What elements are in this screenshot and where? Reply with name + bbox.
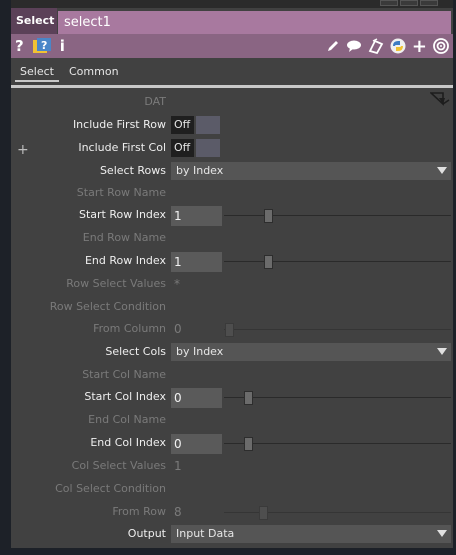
param-end-col-index: End Col Index 0 xyxy=(11,433,453,454)
row-select-values-field: * xyxy=(174,277,180,291)
param-label: Col Select Values xyxy=(71,459,166,472)
python-icon[interactable] xyxy=(390,38,406,54)
output-dropdown[interactable]: Input Data xyxy=(171,525,451,543)
param-label: Start Col Name xyxy=(82,368,166,381)
param-include-first-row: Include First Row Off xyxy=(11,115,453,135)
window-controls xyxy=(380,0,438,6)
param-label: Row Select Values xyxy=(66,277,166,290)
param-label: Include First Col xyxy=(78,141,166,154)
start-row-index-slider[interactable] xyxy=(224,215,451,216)
param-select-cols: Select Cols by Index xyxy=(11,342,453,362)
from-row-slider-handle xyxy=(259,506,268,520)
param-dat: DAT xyxy=(11,92,453,112)
edit-pencil-icon[interactable] xyxy=(326,39,340,53)
param-from-row: From Row 8 xyxy=(11,502,453,522)
param-label: End Row Index xyxy=(84,254,166,267)
param-select-rows: Select Rows by Index xyxy=(11,161,453,181)
dropdown-value: by Index xyxy=(176,164,224,177)
clone-icon[interactable] xyxy=(368,38,384,54)
end-col-index-slider-handle[interactable] xyxy=(244,437,253,451)
select-cols-dropdown[interactable]: by Index xyxy=(171,343,451,361)
param-label: Select Rows xyxy=(99,164,166,177)
param-label: DAT xyxy=(144,95,166,108)
end-col-index-slider[interactable] xyxy=(224,443,451,444)
start-col-index-slider-handle[interactable] xyxy=(244,391,253,405)
from-column-slider xyxy=(224,329,451,330)
param-label: End Col Name xyxy=(88,413,166,426)
include-first-row-toggle-value[interactable]: Off xyxy=(171,116,194,134)
param-label: Row Select Condition xyxy=(49,300,166,313)
start-row-index-field[interactable]: 1 xyxy=(171,206,222,226)
help-icon[interactable]: ? xyxy=(15,37,24,55)
param-from-column: From Column 0 xyxy=(11,319,453,339)
param-label: End Row Name xyxy=(82,231,166,244)
param-end-row-index: End Row Index 1 xyxy=(11,251,453,272)
chevron-down-icon xyxy=(437,530,447,537)
param-label: Start Col Index xyxy=(84,390,166,403)
include-first-col-toggle[interactable] xyxy=(196,139,220,157)
panel-toolbar: ? ? i + xyxy=(11,34,453,58)
include-first-col-toggle-value[interactable]: Off xyxy=(171,139,194,157)
include-first-row-toggle[interactable] xyxy=(196,116,220,134)
end-row-index-field[interactable]: 1 xyxy=(171,252,222,272)
tab-divider xyxy=(11,85,453,88)
comment-icon[interactable] xyxy=(346,39,362,53)
parameter-panel: Select select1 ? ? i + Select Common DAT… xyxy=(11,8,453,548)
chevron-down-icon xyxy=(437,348,447,355)
param-label: From Row xyxy=(112,505,166,518)
from-column-field: 0 xyxy=(174,322,182,336)
param-row-select-values: Row Select Values * xyxy=(11,274,453,294)
svg-text:?: ? xyxy=(41,39,47,52)
target-icon[interactable] xyxy=(433,38,449,54)
add-icon[interactable]: + xyxy=(412,36,427,57)
select-rows-dropdown[interactable]: by Index xyxy=(171,162,451,180)
start-col-index-slider[interactable] xyxy=(224,397,451,398)
viewport-background-bottom xyxy=(0,548,456,555)
window-button[interactable] xyxy=(420,0,438,6)
param-label: End Col Index xyxy=(90,436,166,449)
end-col-index-field[interactable]: 0 xyxy=(171,434,222,454)
param-start-col-index: Start Col Index 0 xyxy=(11,387,453,408)
dropdown-value: Input Data xyxy=(176,527,235,540)
param-label: Include First Row xyxy=(72,118,166,131)
chevron-down-icon xyxy=(437,167,447,174)
from-column-slider-handle xyxy=(225,323,234,337)
param-label: From Column xyxy=(93,322,166,335)
param-start-row-name: Start Row Name xyxy=(11,183,453,203)
col-select-values-field: 1 xyxy=(174,459,182,473)
param-end-row-name: End Row Name xyxy=(11,228,453,248)
end-row-index-slider-handle[interactable] xyxy=(264,255,273,269)
window-button[interactable] xyxy=(380,0,398,6)
tab-common[interactable]: Common xyxy=(69,64,119,80)
param-label: Output xyxy=(127,527,166,540)
node-name-field[interactable]: select1 xyxy=(58,11,451,34)
param-end-col-name: End Col Name xyxy=(11,410,453,430)
tab-select[interactable]: Select xyxy=(15,64,59,82)
operator-type-label: Select xyxy=(11,8,57,34)
window-button[interactable] xyxy=(400,0,418,6)
param-label: Start Row Index xyxy=(78,208,166,221)
param-label: Select Cols xyxy=(105,345,166,358)
info-icon[interactable]: i xyxy=(60,37,65,55)
start-row-index-slider-handle[interactable] xyxy=(264,209,273,223)
param-label: Col Select Condition xyxy=(55,482,166,495)
param-start-col-name: Start Col Name xyxy=(11,365,453,385)
dropdown-value: by Index xyxy=(176,345,224,358)
param-include-first-col: Include First Col Off xyxy=(11,138,453,158)
param-start-row-index: Start Row Index 1 xyxy=(11,205,453,226)
python-help-icon[interactable]: ? xyxy=(32,37,52,55)
from-row-field: 8 xyxy=(174,505,182,519)
param-col-select-values: Col Select Values 1 xyxy=(11,456,453,476)
param-row-select-condition: Row Select Condition xyxy=(11,297,453,317)
param-col-select-condition: Col Select Condition xyxy=(11,479,453,499)
parameter-tabs: Select Common xyxy=(11,58,453,83)
end-row-index-slider[interactable] xyxy=(224,261,451,262)
param-label: Start Row Name xyxy=(76,186,166,199)
viewport-background-left xyxy=(0,0,11,555)
dat-drop-arrow-icon[interactable] xyxy=(428,91,450,110)
start-col-index-field[interactable]: 0 xyxy=(171,388,222,408)
param-output: Output Input Data xyxy=(11,524,453,544)
